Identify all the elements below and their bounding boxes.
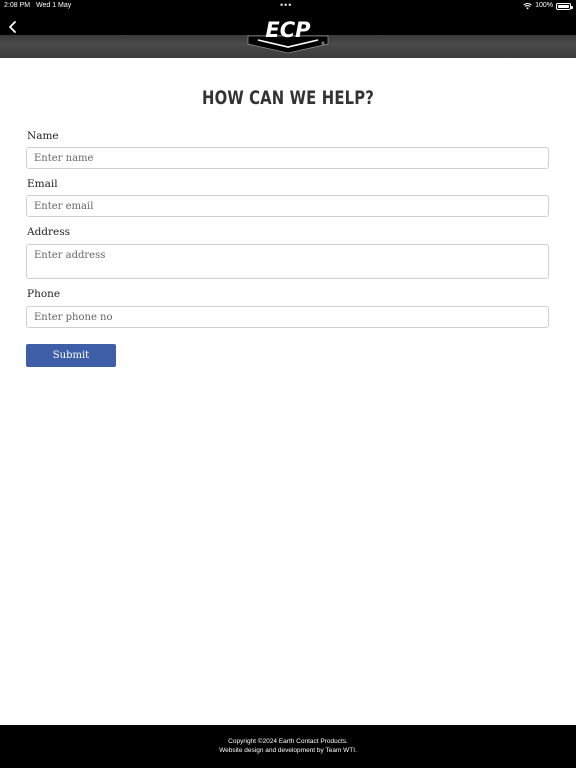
- phone-label: Phone: [27, 288, 61, 300]
- submit-button[interactable]: Submit: [26, 344, 116, 367]
- ecp-logo[interactable]: ECP ®: [246, 14, 330, 54]
- name-label: Name: [27, 130, 59, 142]
- email-input[interactable]: [26, 195, 549, 217]
- footer: Copyright ©2024 Earth Contact Products. …: [0, 725, 576, 768]
- email-label: Email: [27, 178, 58, 190]
- status-date: Wed 1 May: [36, 2, 72, 9]
- logo-text: ECP: [265, 18, 311, 42]
- address-input[interactable]: [26, 244, 549, 279]
- phone-input[interactable]: [26, 306, 549, 328]
- footer-copyright: Copyright ©2024 Earth Contact Products.: [228, 738, 348, 745]
- footer-credit: Website design and development by Team W…: [219, 747, 357, 754]
- multitasking-dots-icon[interactable]: •••: [280, 0, 292, 11]
- name-input[interactable]: [26, 147, 549, 169]
- status-time: 2:08 PM: [4, 2, 31, 9]
- battery-percentage: 100%: [535, 2, 553, 9]
- app-header: ECP ®: [0, 12, 576, 58]
- status-bar: 2:08 PM Wed 1 May ••• 100%: [0, 0, 576, 12]
- page-title: HOW CAN WE HELP?: [202, 87, 374, 109]
- status-indicators: 100%: [523, 0, 573, 12]
- chevron-left-icon[interactable]: [6, 20, 20, 34]
- registered-mark-icon: ®: [321, 41, 325, 46]
- wifi-icon: [523, 3, 532, 10]
- battery-icon: [556, 2, 573, 10]
- address-label: Address: [27, 226, 71, 238]
